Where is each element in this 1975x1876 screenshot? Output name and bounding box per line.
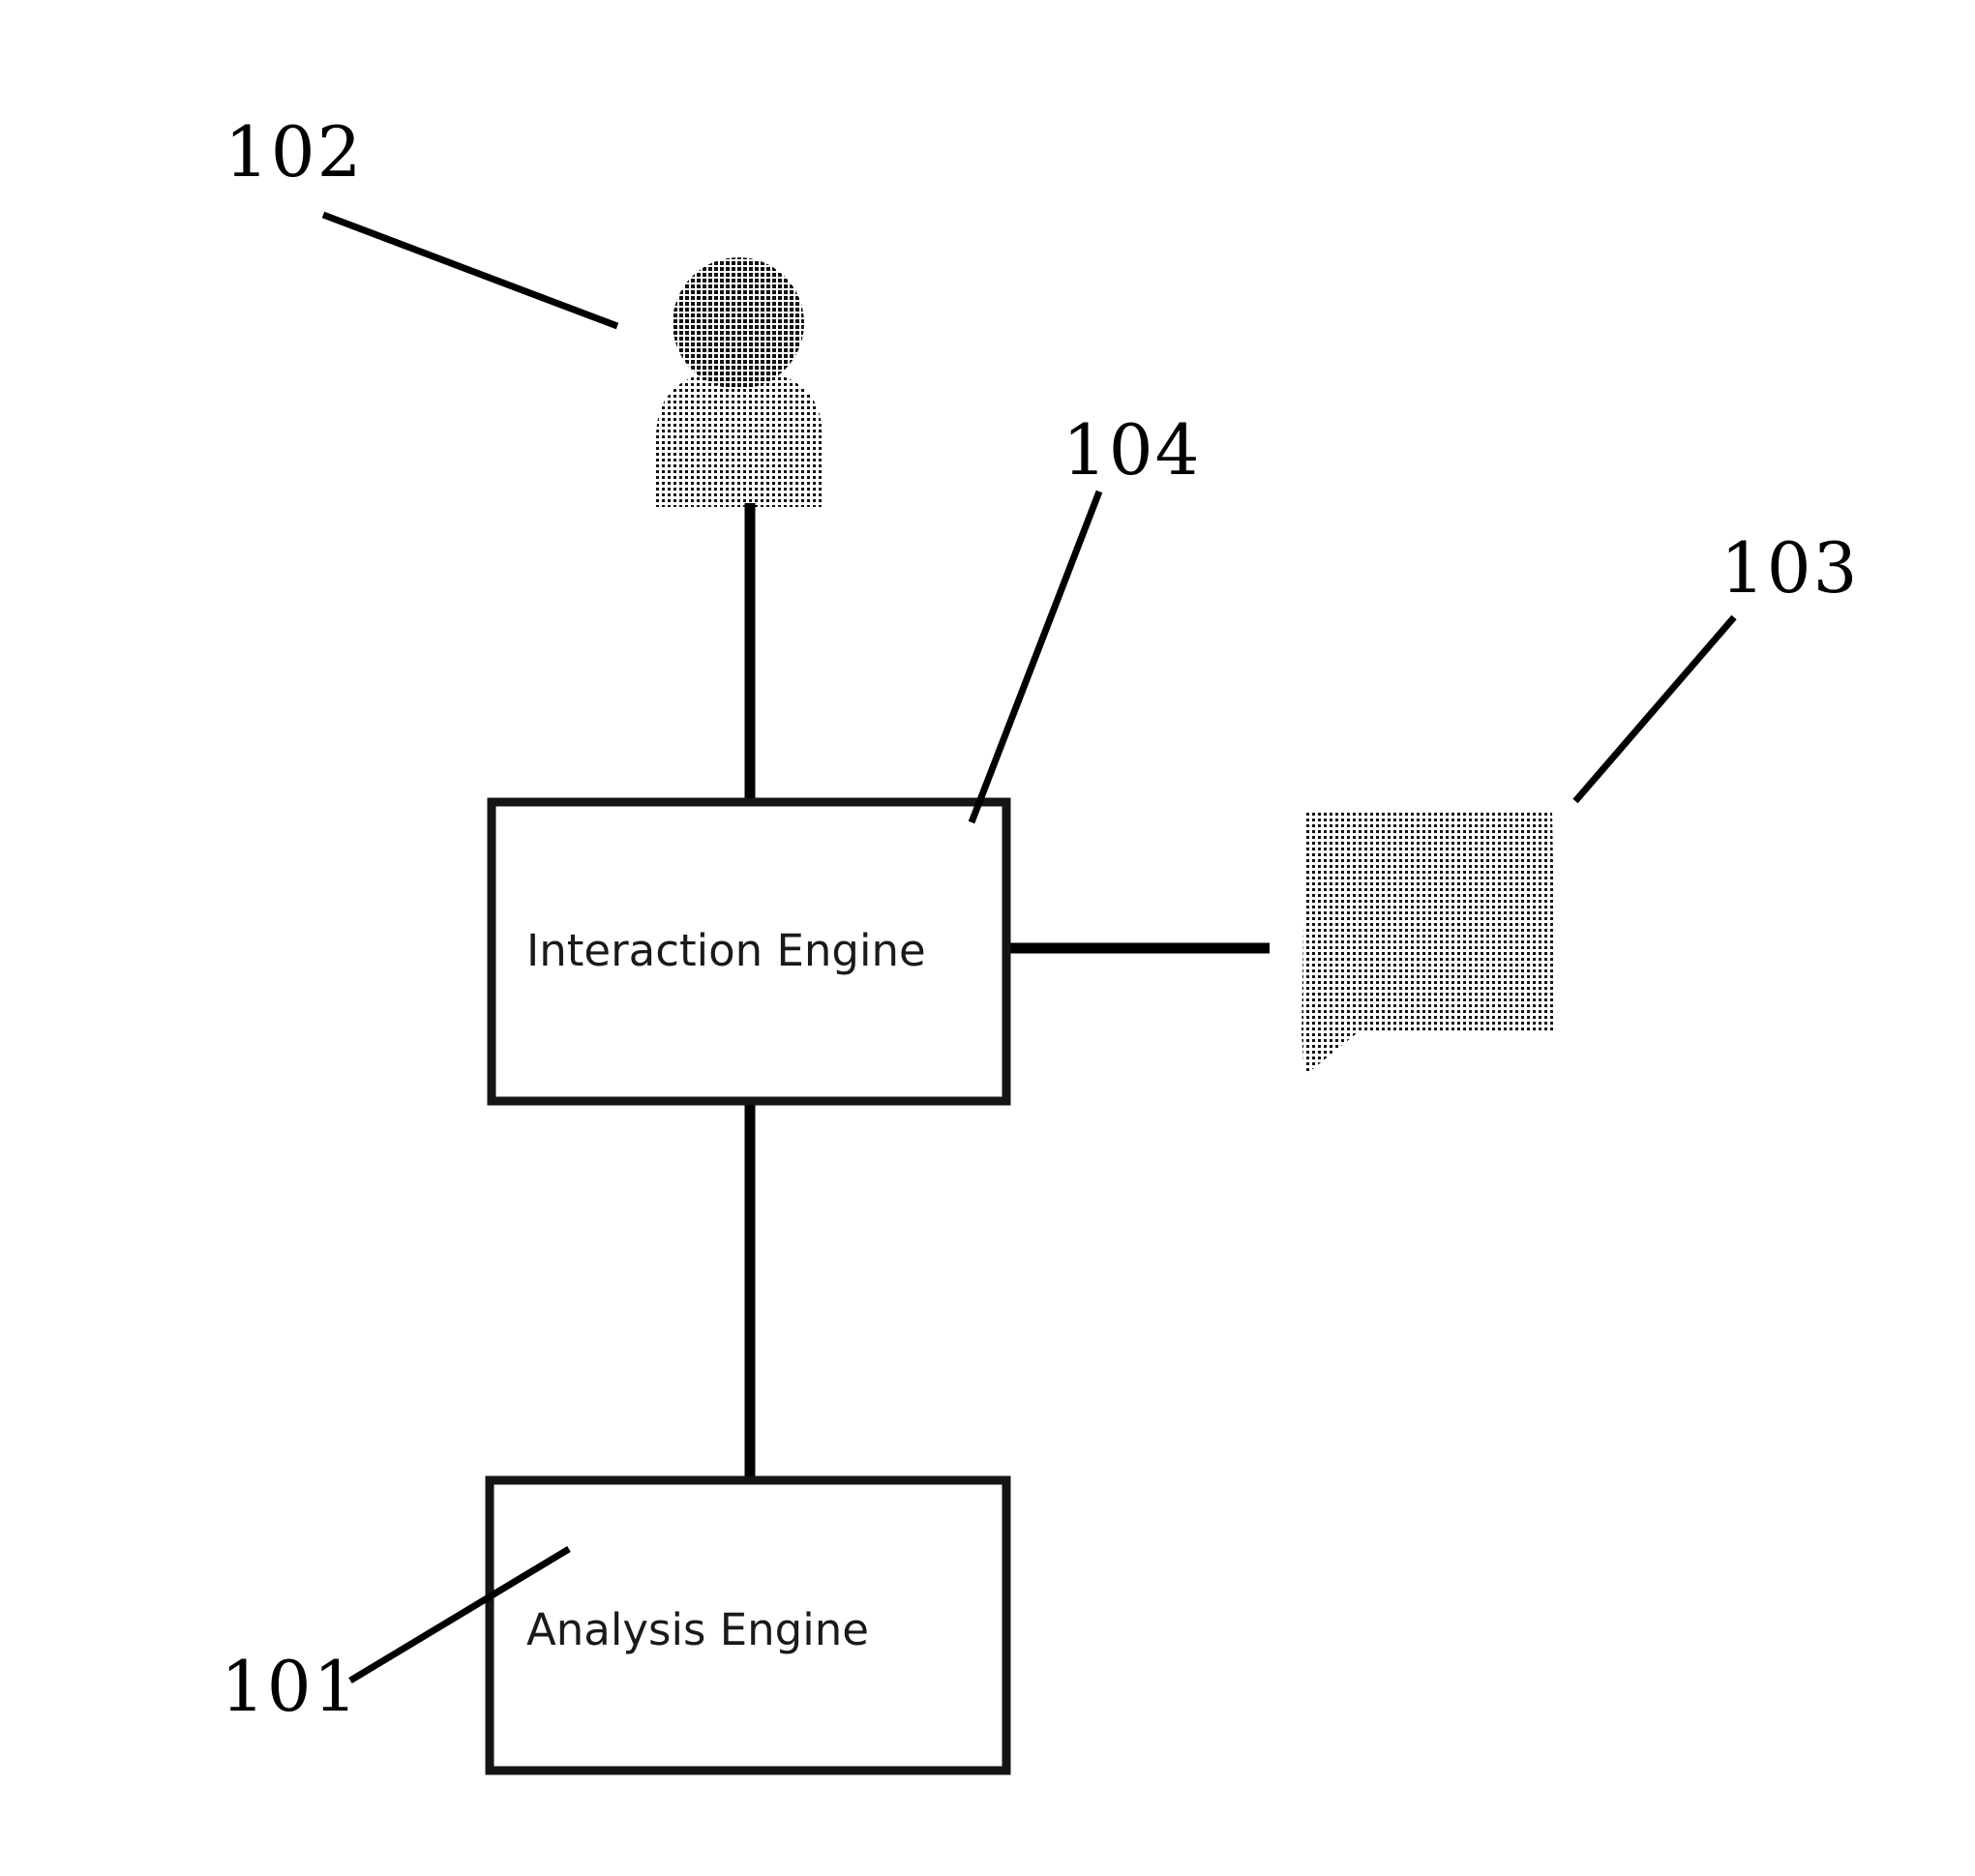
- user-icon: [656, 257, 823, 507]
- analysis-engine-label: Analysis Engine: [526, 1604, 869, 1655]
- interaction-engine-box[interactable]: Interaction Engine: [487, 797, 1011, 1106]
- analysis-engine-box[interactable]: Analysis Engine: [485, 1475, 1011, 1775]
- user-icon-head: [673, 257, 804, 389]
- interaction-engine-label: Interaction Engine: [526, 925, 926, 976]
- reference-numeral-101: 101: [221, 1646, 359, 1727]
- reference-numeral-102: 102: [224, 111, 363, 193]
- reference-numeral-104: 104: [1062, 409, 1201, 491]
- leader-line-102: [321, 211, 619, 330]
- leader-line-103: [1572, 614, 1737, 804]
- figure-canvas: Interaction Engine Analysis Engine 102 1…: [0, 0, 1975, 1876]
- leader-line-104: [968, 490, 1103, 824]
- speech-bubble-shape: [1302, 811, 1556, 1076]
- figure-diagram: Interaction Engine Analysis Engine 102 1…: [221, 111, 1859, 1775]
- user-icon-body: [656, 370, 823, 507]
- speech-bubble: [1302, 811, 1556, 1076]
- reference-numeral-103: 103: [1721, 527, 1859, 609]
